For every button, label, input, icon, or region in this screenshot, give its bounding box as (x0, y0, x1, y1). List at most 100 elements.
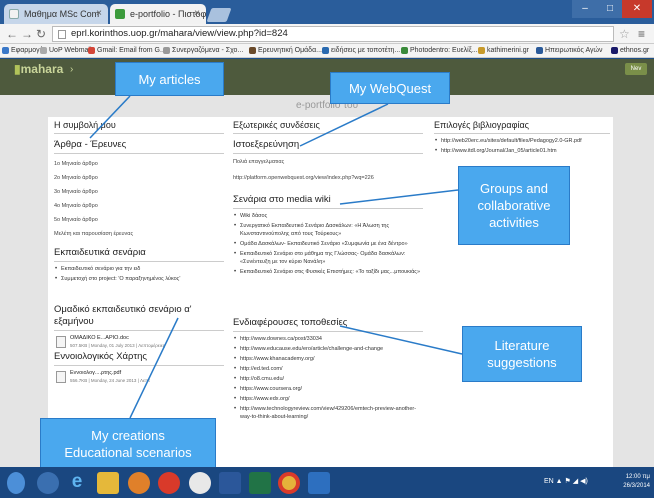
file-item[interactable]: Εννοιολογ....ρτης.pdf 556.7KB | Monday, … (54, 370, 224, 384)
wiki-link[interactable]: Εκπαιδευτικό Σενάριο στις Φυσικές Επιστή… (233, 268, 423, 276)
file-explorer-icon[interactable] (97, 472, 119, 494)
forward-arrow-icon[interactable]: → (21, 26, 33, 42)
external-links-heading: Εξωτερικές συνδέσεις (233, 119, 423, 134)
chrome-icon[interactable] (278, 472, 300, 494)
app-tool-icon[interactable] (158, 472, 180, 494)
page-icon (58, 30, 66, 39)
section-webquest: Ιστοεξερεύνηση Πολιά επαγγελματιας http:… (233, 139, 423, 182)
place-link[interactable]: http://www.technologyreview.com/view/429… (233, 405, 423, 421)
mahara-logo-icon: ▮ (14, 62, 21, 76)
scenario-link[interactable]: Συμμετοχή στο project: 'Ο παραξηνημένος … (54, 275, 224, 283)
mahara-favicon-icon (115, 9, 125, 19)
section-contribution: Η συμβολή μου (54, 119, 224, 134)
bookmark-photodentro[interactable]: Photodentro: Ευελίξ... (401, 44, 478, 57)
file-item[interactable]: ΟΜΑΔΙΚΟ Ε...ΑΡΙΟ.doc 507.5KB | Monday, 0… (54, 335, 224, 349)
close-window-button[interactable]: ✕ (622, 0, 652, 18)
callout-text: suggestions (487, 355, 557, 370)
file-name[interactable]: Εννοιολογ....ρτης.pdf (70, 370, 224, 377)
mahara-logo-text: mahara (20, 62, 64, 76)
wiki-link[interactable]: Εκπαιδευτικό Σενάριο στο μάθημα της Γλώσ… (233, 250, 423, 266)
section-interesting-places: Ενδιαφέρουσες τοποθεσίες http://www.down… (233, 317, 423, 423)
bookmark-epirotikos[interactable]: Ηπειρωτικός Αγών (536, 44, 602, 57)
place-link[interactable]: https://www.khanacademy.org/ (233, 355, 423, 363)
article-link[interactable]: 2ο Μηνιαίο άρθρο (54, 171, 224, 185)
place-link[interactable]: http://ed.ted.com/ (233, 365, 423, 373)
minimize-button[interactable]: – (572, 0, 598, 18)
bookmark-news[interactable]: ειδήσεις με τοποτέτη... (322, 44, 400, 57)
bibliography-list: http://web20erc.eu/sites/default/files/P… (434, 137, 610, 155)
bookmark-gmail[interactable]: Gmail: Email from G... (88, 44, 166, 57)
wiki-link[interactable]: Wiki δάσος (233, 212, 423, 220)
internet-explorer-icon[interactable]: e (66, 472, 88, 494)
callout-text: My creations (91, 427, 165, 443)
column-middle: Εξωτερικές συνδέσεις Ιστοεξερεύνηση Πολι… (233, 117, 423, 467)
address-bar[interactable]: eprl.korinthos.uop.gr/mahara/view/view.p… (52, 26, 614, 42)
callout-text: Literature (494, 338, 550, 353)
bookmarks-bar: Εφαρμογές UoP Webmail Gmail: Email from … (0, 44, 654, 58)
bibliography-link[interactable]: http://web20erc.eu/sites/default/files/P… (434, 137, 610, 145)
article-link[interactable]: 1ο Μηνιαίο άρθρο (54, 157, 224, 171)
place-link[interactable]: https://www.edx.org/ (233, 395, 423, 403)
section-external-links: Εξωτερικές συνδέσεις (233, 119, 423, 134)
article-link[interactable]: 3ο Μηνιαίο άρθρο (54, 185, 224, 199)
word-icon[interactable] (219, 472, 241, 494)
places-list: http://www.downes.ca/post/33034 http://w… (233, 335, 423, 421)
webquest-subtitle: Πολιά επαγγελματιας (233, 159, 285, 165)
callout-literature: Literature suggestions (462, 326, 582, 382)
tab-e-portfolio[interactable]: e-portfolio - Πιστοφόρμα × (110, 4, 206, 24)
place-link[interactable]: http://www.downes.ca/post/33034 (233, 335, 423, 343)
article-link[interactable]: 5ο Μηνιαίο άρθρο (54, 213, 224, 227)
file-name[interactable]: ΟΜΑΔΙΚΟ Ε...ΑΡΙΟ.doc (70, 335, 224, 342)
place-link[interactable]: https://www.coursera.org/ (233, 385, 423, 393)
bookmark-star-icon[interactable]: ☆ (619, 26, 630, 42)
section-articles: Άρθρα - Έρευνες 1ο Μηνιαίο άρθρο 2ο Μηνι… (54, 139, 224, 241)
outlook-icon[interactable] (308, 472, 330, 494)
bibliography-link[interactable]: http://www.itdl.org/Journal/Jan_05/artic… (434, 147, 610, 155)
article-link[interactable]: 4ο Μηνιαίο άρθρο (54, 199, 224, 213)
people-icon[interactable] (37, 472, 59, 494)
header-button[interactable]: Nev (625, 63, 647, 75)
close-tab-icon[interactable]: × (96, 4, 102, 24)
callout-my-webquest: My WebQuest (330, 72, 450, 104)
place-link[interactable]: http://www.educause.edu/ero/article/chal… (233, 345, 423, 353)
webquest-heading: Ιστοεξερεύνηση (233, 139, 423, 154)
chevron-right-icon: › (70, 64, 74, 75)
callout-text: Groups and (480, 181, 548, 196)
document-file-icon (56, 336, 66, 348)
mahara-logo[interactable]: ▮mahara (14, 62, 63, 76)
bookmark-uop-webmail[interactable]: UoP Webmail (40, 44, 92, 57)
section-bibliography: Επιλογές βιβλιογραφίας http://web20erc.e… (434, 119, 610, 157)
media-player-icon[interactable] (128, 472, 150, 494)
scenario-link[interactable]: Εκπαιδευτικό σενάριο για την ειδ (54, 265, 224, 273)
reload-icon[interactable]: ↻ (36, 26, 46, 42)
back-arrow-icon[interactable]: ← (6, 26, 18, 42)
article-link[interactable]: Μελέτη και παρουσίαση έρευνας (54, 227, 224, 241)
bookmark-kathimerini[interactable]: kathimerini.gr (478, 44, 529, 57)
callout-groups: Groups and collaborative activities (458, 166, 570, 245)
menu-icon[interactable]: ≡ (638, 26, 645, 42)
section-media-wiki: Σενάρια στο media wiki Wiki δάσος Συνεργ… (233, 194, 423, 278)
bookmark-research-group[interactable]: Ερευνητική Ομάδα... (249, 44, 322, 57)
place-link[interactable]: http://o8.cmu.edu/ (233, 375, 423, 383)
bookmark-synergazomena[interactable]: Συνεργαζόμενα - Σχο... (163, 44, 243, 57)
system-tray[interactable]: EN ▲ ⚑ ◢ ◀) (544, 477, 588, 485)
media-wiki-heading: Σενάρια στο media wiki (233, 194, 423, 209)
close-tab-icon[interactable]: × (194, 4, 200, 24)
callout-my-creations: My creations Educational scenarios (40, 418, 216, 469)
callout-text: My WebQuest (348, 80, 432, 96)
start-button[interactable] (7, 472, 25, 494)
excel-icon[interactable] (249, 472, 271, 494)
bookmark-ethnos[interactable]: ethnos.gr (611, 44, 649, 57)
tab-mathima[interactable]: Μαθημα MSc Com × (4, 4, 108, 24)
clock-app-icon[interactable] (189, 472, 211, 494)
concept-map-heading: Εννοιολογικός Χάρτης (54, 351, 224, 366)
new-tab-button[interactable] (206, 8, 232, 22)
browser-tab-bar: Μαθημα MSc Com × e-portfolio - Πιστοφόρμ… (0, 0, 654, 24)
clock-date: 26/3/2014 (623, 483, 650, 489)
wiki-link[interactable]: Συνεργατικό Εκπαιδευτικό Σενάριο Δασκάλω… (233, 222, 423, 238)
wiki-link[interactable]: Ομάδα Δασκάλων- Εκπαιδευτικό Σενάριο «Συ… (233, 240, 423, 248)
system-clock[interactable]: 12:00 πμ 26/3/2014 (612, 473, 650, 491)
language-indicator[interactable]: EN (544, 478, 554, 485)
maximize-button[interactable]: □ (598, 0, 622, 18)
webquest-link[interactable]: http://platform.openwebquest.org/view/in… (233, 174, 423, 182)
